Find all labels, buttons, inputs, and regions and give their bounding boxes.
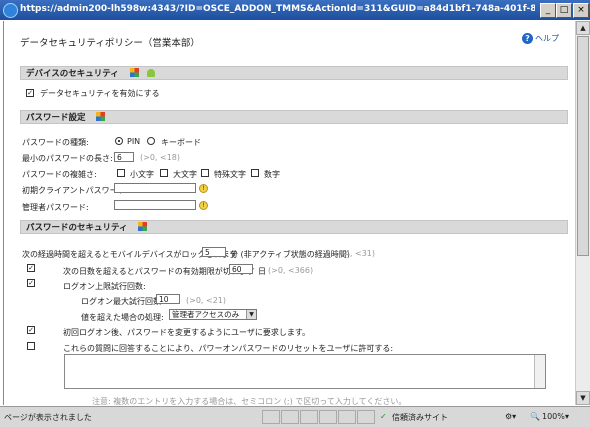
reset-questions-textarea[interactable] bbox=[64, 354, 546, 389]
password-expire-hint: (>0, <366) bbox=[268, 266, 314, 275]
status-cell bbox=[300, 410, 318, 424]
maximize-button[interactable]: □ bbox=[556, 3, 572, 18]
section-password-label: パスワード設定 bbox=[26, 113, 86, 123]
password-type-pin-radio[interactable] bbox=[115, 137, 123, 145]
logon-limit-label: ログオン上限試行回数: bbox=[63, 282, 146, 291]
android-icon bbox=[146, 69, 155, 77]
complexity-lowercase-checkbox[interactable] bbox=[117, 169, 125, 177]
admin-password-input[interactable] bbox=[114, 200, 196, 210]
min-length-label: 最小のパスワードの長さ: bbox=[22, 154, 113, 163]
window-titlebar: https://admin200-lh598w:4343/?ID=OSCE_AD… bbox=[0, 0, 590, 20]
section-password-settings: パスワード設定 bbox=[20, 110, 568, 124]
windows-icon bbox=[96, 112, 106, 121]
logon-limit-checkbox[interactable]: ✓ bbox=[27, 279, 35, 287]
zoom-level[interactable]: 100% bbox=[542, 412, 565, 421]
max-attempts-label: ログオン最大試行回数: bbox=[81, 297, 164, 306]
min-length-hint: (>0, <18) bbox=[140, 153, 181, 162]
help-label: ヘルプ bbox=[535, 34, 559, 43]
zone-label: 信頼済みサイト bbox=[392, 413, 448, 422]
scroll-down-icon[interactable]: ▼ bbox=[576, 391, 590, 405]
lock-timeout-unit: 分 (非アクティブ状態の経過時間) bbox=[230, 250, 350, 259]
min-length-input[interactable]: 6 bbox=[114, 152, 134, 162]
close-button[interactable]: × bbox=[573, 3, 589, 18]
lock-timeout-input[interactable]: 5 bbox=[202, 247, 226, 257]
enable-data-security-label: データセキュリティを有効にする bbox=[40, 89, 160, 98]
status-message: ページが表示されました bbox=[4, 413, 92, 422]
max-attempts-input[interactable]: 10 bbox=[156, 294, 180, 304]
reset-question-label: これらの質問に回答することにより、パワーオンパスワードのリセットをユーザに許可す… bbox=[63, 344, 394, 353]
window-title: https://admin200-lh598w:4343/?ID=OSCE_AD… bbox=[20, 4, 535, 14]
textarea-scrollbar[interactable] bbox=[534, 355, 545, 388]
complexity-uppercase-label: 大文字 bbox=[173, 170, 197, 179]
complexity-lowercase-label: 小文字 bbox=[130, 170, 154, 179]
status-cell bbox=[319, 410, 337, 424]
key-icon[interactable]: ! bbox=[199, 184, 208, 193]
first-logon-label: 初回ログオン後、パスワードを変更するようにユーザに要求します。 bbox=[63, 328, 311, 337]
section-password-security: パスワードのセキュリティ bbox=[20, 220, 568, 234]
admin-password-label: 管理者パスワード: bbox=[22, 203, 89, 212]
reset-question-checkbox[interactable] bbox=[27, 342, 35, 350]
help-icon: ? bbox=[522, 33, 533, 44]
ie-icon bbox=[3, 3, 18, 18]
complexity-uppercase-checkbox[interactable] bbox=[160, 169, 168, 177]
exceed-action-label: 値を超えた場合の処理: bbox=[81, 313, 164, 322]
status-bar: ページが表示されました ✓ 信頼済みサイト ⚙▾ 🔍 100% ▾ bbox=[0, 406, 590, 427]
exceed-action-select[interactable]: 管理者アクセスのみ ▼ bbox=[169, 309, 257, 320]
initial-client-password-input[interactable] bbox=[114, 183, 196, 193]
windows-icon bbox=[129, 68, 139, 77]
section-device-label: デバイスのセキュリティ bbox=[26, 69, 119, 79]
enable-data-security-checkbox[interactable]: ✓ bbox=[26, 89, 34, 97]
exceed-action-value: 管理者アクセスのみ bbox=[172, 310, 240, 319]
complexity-special-label: 特殊文字 bbox=[214, 170, 246, 179]
status-cell bbox=[281, 410, 299, 424]
section-device-security: デバイスのセキュリティ bbox=[20, 66, 568, 80]
scroll-up-icon[interactable]: ▲ bbox=[576, 21, 590, 35]
page-content: データセキュリティポリシー（営業本部） ? ヘルプ デバイスのセキュリティ ✓ デ… bbox=[3, 21, 575, 405]
minimize-button[interactable]: _ bbox=[540, 3, 556, 18]
password-expire-input[interactable]: 60 bbox=[229, 264, 253, 274]
trusted-check-icon: ✓ bbox=[380, 412, 387, 421]
lock-timeout-hint: (>4, <31) bbox=[335, 249, 376, 258]
scroll-thumb[interactable] bbox=[577, 36, 589, 256]
protected-mode-icon[interactable]: ⚙▾ bbox=[505, 412, 516, 421]
password-type-label: パスワードの種類: bbox=[22, 138, 89, 147]
zoom-dropdown-icon[interactable]: ▾ bbox=[565, 412, 569, 421]
initial-client-password-label: 初期クライアントパスワード: bbox=[22, 186, 129, 195]
key-icon[interactable]: ! bbox=[199, 201, 208, 210]
password-type-pin-label: PIN bbox=[127, 137, 141, 146]
status-cell bbox=[262, 410, 280, 424]
complexity-number-label: 数字 bbox=[264, 170, 280, 179]
password-expire-unit: 日 bbox=[258, 267, 266, 276]
password-expire-checkbox[interactable]: ✓ bbox=[27, 264, 35, 272]
zoom-icon: 🔍 bbox=[530, 412, 540, 421]
first-logon-checkbox[interactable]: ✓ bbox=[27, 326, 35, 334]
complexity-label: パスワードの複雑さ: bbox=[22, 170, 97, 179]
max-attempts-hint: (>0, <21) bbox=[186, 296, 227, 305]
page-scrollbar[interactable]: ▲ ▼ bbox=[575, 21, 590, 405]
section-password-security-label: パスワードのセキュリティ bbox=[26, 223, 128, 233]
help-link[interactable]: ? ヘルプ bbox=[522, 33, 559, 44]
note-text: 注意: 複数のエントリを入力する場合は、セミコロン (;) で区切って入力してく… bbox=[92, 397, 407, 405]
windows-icon bbox=[138, 222, 148, 231]
complexity-special-checkbox[interactable] bbox=[201, 169, 209, 177]
status-cell bbox=[338, 410, 356, 424]
complexity-number-checkbox[interactable] bbox=[251, 169, 259, 177]
page-title: データセキュリティポリシー（営業本部） bbox=[20, 38, 200, 49]
password-expire-label: 次の日数を超えるとパスワードの有効期限が切れます bbox=[63, 267, 255, 276]
password-type-keyboard-label: キーボード bbox=[161, 138, 201, 147]
chevron-down-icon: ▼ bbox=[246, 310, 256, 319]
password-type-keyboard-radio[interactable] bbox=[147, 137, 155, 145]
status-cell bbox=[357, 410, 375, 424]
